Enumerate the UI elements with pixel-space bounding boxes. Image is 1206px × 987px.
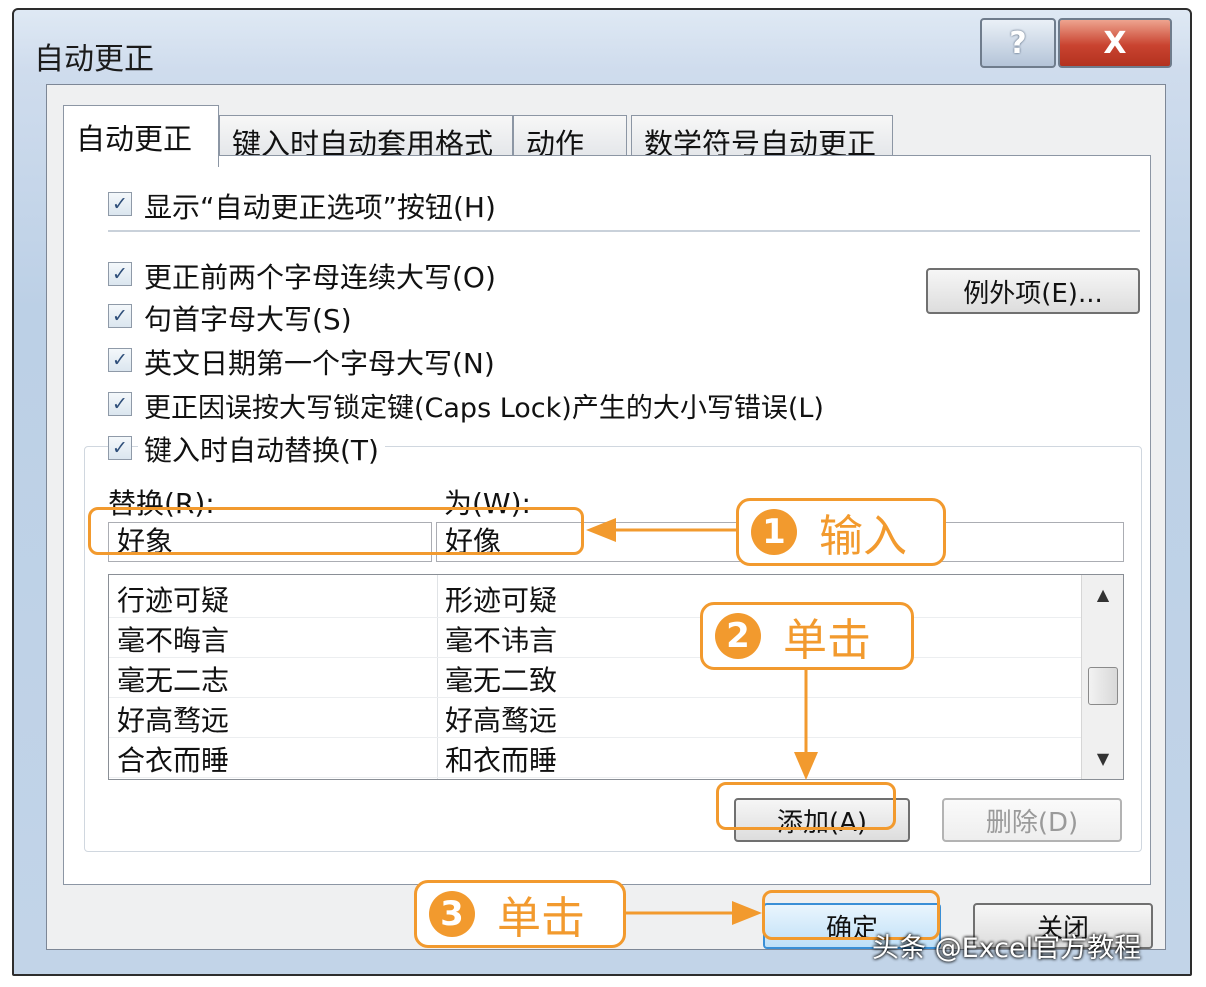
step-text: 单击 <box>783 615 871 666</box>
step-number: 1 <box>751 509 797 555</box>
callout-step-3: 3 单击 <box>414 880 626 948</box>
step-text: 输入 <box>819 511 907 562</box>
step-number: 3 <box>429 891 475 937</box>
replace-as-type-checkbox[interactable]: ✓ <box>108 436 132 460</box>
callout-step-2: 2 单击 <box>700 602 914 670</box>
step-number: 2 <box>715 613 761 659</box>
watermark-text: 头条 @Excel官方教程 <box>872 933 1142 964</box>
arrow-head <box>794 752 818 780</box>
arrow-head <box>732 901 762 925</box>
callout-step-1: 1 输入 <box>736 498 946 566</box>
step-text: 单击 <box>497 893 585 944</box>
tab-autocorrect[interactable]: 自动更正 <box>63 105 219 167</box>
replace-as-type-label: 键入时自动替换(T) <box>138 429 385 469</box>
arrow-head <box>586 518 616 542</box>
